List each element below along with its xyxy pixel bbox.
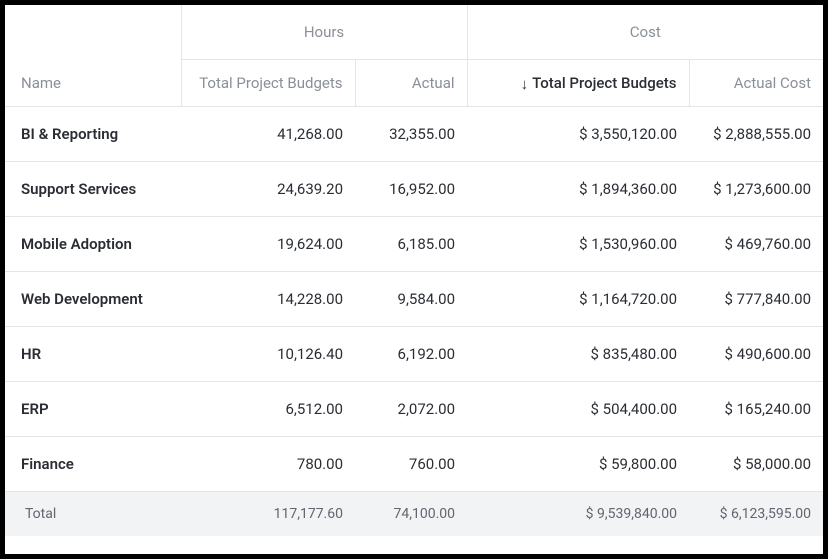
column-group-cost[interactable]: Cost — [467, 5, 823, 60]
row-name: Finance — [5, 437, 181, 492]
report-frame: Hours Cost Name Total Project Budgets Ac… — [0, 0, 828, 559]
project-budget-table: Hours Cost Name Total Project Budgets Ac… — [5, 5, 823, 536]
row-hours-actual: 16,952.00 — [355, 162, 467, 217]
column-header-hours-budget[interactable]: Total Project Budgets — [181, 60, 355, 107]
totals-cost-budget: $ 9,539,840.00 — [467, 492, 689, 537]
table-row[interactable]: ERP6,512.002,072.00$ 504,400.00$ 165,240… — [5, 382, 823, 437]
column-header-name[interactable]: Name — [5, 60, 181, 107]
column-group-hours[interactable]: Hours — [181, 5, 467, 60]
column-header-cost-budget[interactable]: ↓Total Project Budgets — [467, 60, 689, 107]
row-hours-actual: 32,355.00 — [355, 107, 467, 162]
row-hours-actual: 6,185.00 — [355, 217, 467, 272]
totals-row: Total 117,177.60 74,100.00 $ 9,539,840.0… — [5, 492, 823, 537]
column-header-cost-actual[interactable]: Actual Cost — [689, 60, 823, 107]
row-name: ERP — [5, 382, 181, 437]
row-hours-budget: 6,512.00 — [181, 382, 355, 437]
row-cost-actual: $ 2,888,555.00 — [689, 107, 823, 162]
row-cost-actual: $ 777,840.00 — [689, 272, 823, 327]
column-header-hours-actual[interactable]: Actual — [355, 60, 467, 107]
row-cost-actual: $ 58,000.00 — [689, 437, 823, 492]
row-name: Mobile Adoption — [5, 217, 181, 272]
table-row[interactable]: BI & Reporting41,268.0032,355.00$ 3,550,… — [5, 107, 823, 162]
row-cost-actual: $ 165,240.00 — [689, 382, 823, 437]
table-row[interactable]: HR10,126.406,192.00$ 835,480.00$ 490,600… — [5, 327, 823, 382]
totals-hours-actual: 74,100.00 — [355, 492, 467, 537]
row-cost-actual: $ 490,600.00 — [689, 327, 823, 382]
table-row[interactable]: Support Services24,639.2016,952.00$ 1,89… — [5, 162, 823, 217]
row-hours-actual: 2,072.00 — [355, 382, 467, 437]
row-name: Support Services — [5, 162, 181, 217]
row-cost-actual: $ 1,273,600.00 — [689, 162, 823, 217]
row-hours-actual: 760.00 — [355, 437, 467, 492]
sort-descending-icon: ↓ — [521, 77, 529, 92]
row-hours-budget: 780.00 — [181, 437, 355, 492]
row-hours-actual: 6,192.00 — [355, 327, 467, 382]
row-cost-budget: $ 1,164,720.00 — [467, 272, 689, 327]
row-cost-budget: $ 3,550,120.00 — [467, 107, 689, 162]
totals-hours-budget: 117,177.60 — [181, 492, 355, 537]
row-hours-budget: 24,639.20 — [181, 162, 355, 217]
table-row[interactable]: Web Development14,228.009,584.00$ 1,164,… — [5, 272, 823, 327]
row-hours-budget: 10,126.40 — [181, 327, 355, 382]
table-row[interactable]: Finance780.00760.00$ 59,800.00$ 58,000.0… — [5, 437, 823, 492]
row-cost-budget: $ 1,894,360.00 — [467, 162, 689, 217]
row-name: HR — [5, 327, 181, 382]
header-blank — [5, 5, 181, 60]
totals-cost-actual: $ 6,123,595.00 — [689, 492, 823, 537]
row-cost-actual: $ 469,760.00 — [689, 217, 823, 272]
row-hours-actual: 9,584.00 — [355, 272, 467, 327]
totals-label: Total — [5, 492, 181, 537]
table-row[interactable]: Mobile Adoption19,624.006,185.00$ 1,530,… — [5, 217, 823, 272]
row-hours-budget: 41,268.00 — [181, 107, 355, 162]
row-cost-budget: $ 59,800.00 — [467, 437, 689, 492]
row-cost-budget: $ 504,400.00 — [467, 382, 689, 437]
column-header-cost-budget-label: Total Project Budgets — [532, 74, 676, 92]
row-name: Web Development — [5, 272, 181, 327]
row-cost-budget: $ 1,530,960.00 — [467, 217, 689, 272]
row-cost-budget: $ 835,480.00 — [467, 327, 689, 382]
row-hours-budget: 14,228.00 — [181, 272, 355, 327]
row-name: BI & Reporting — [5, 107, 181, 162]
row-hours-budget: 19,624.00 — [181, 217, 355, 272]
